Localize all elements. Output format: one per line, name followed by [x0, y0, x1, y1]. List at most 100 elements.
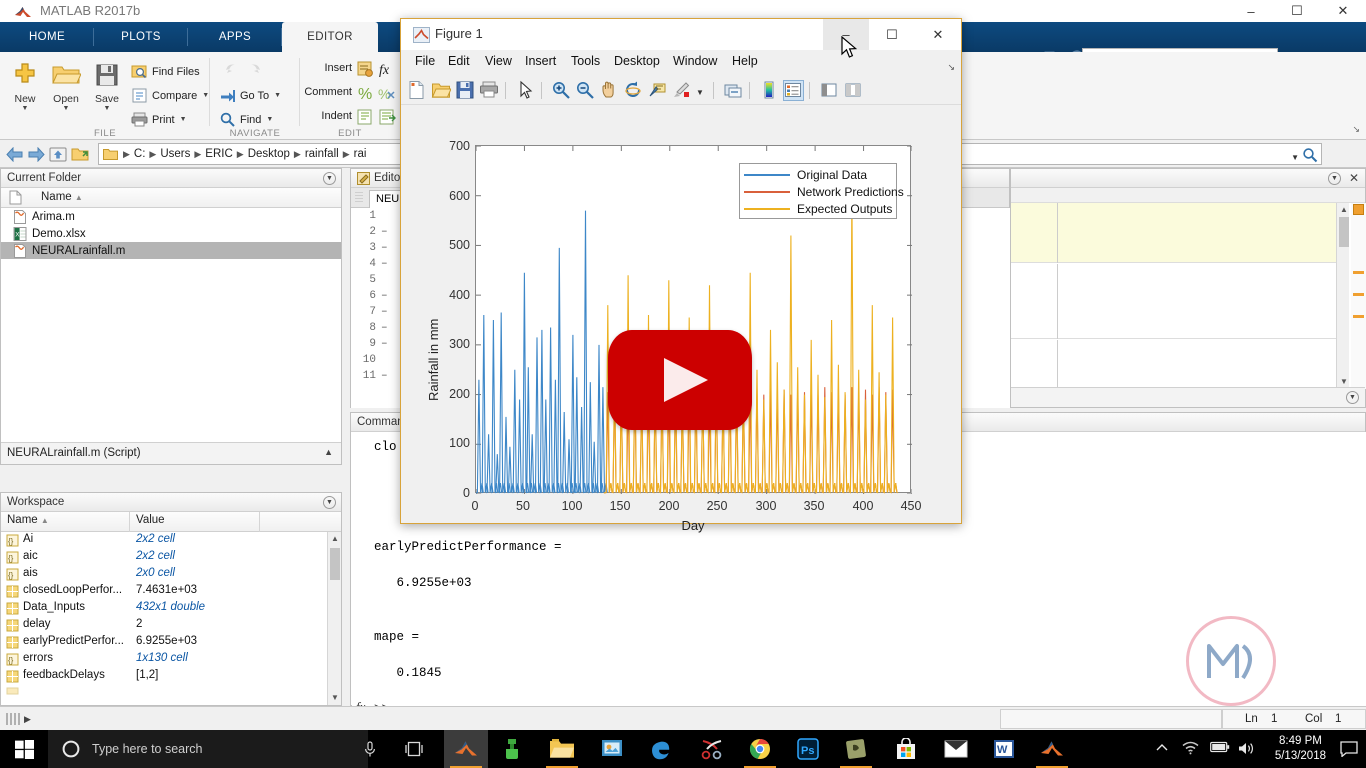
name-column-header[interactable]: Name ▲ — [41, 191, 83, 203]
file-explorer-taskbar-icon[interactable] — [540, 730, 584, 768]
go-to-dropdown-arrow[interactable]: ▼ — [274, 92, 281, 99]
workspace-row[interactable]: feedbackDelays [1,2] — [1, 668, 327, 685]
up-one-level-button[interactable] — [48, 144, 68, 164]
chrome-taskbar-icon[interactable] — [738, 730, 782, 768]
editor-tab-grip[interactable] — [355, 192, 363, 204]
mail-taskbar-icon[interactable] — [934, 730, 978, 768]
menu-insert[interactable]: Insert — [525, 54, 556, 68]
maximize-button[interactable]: ☐ — [1274, 0, 1320, 22]
insert-label[interactable]: Insert — [300, 62, 352, 74]
save-figure-icon[interactable] — [455, 80, 476, 101]
insert-block-icon[interactable] — [356, 60, 374, 78]
edge-taskbar-icon[interactable] — [638, 730, 682, 768]
indent-label[interactable]: Indent — [300, 110, 352, 122]
tab-apps[interactable]: APPS — [188, 22, 282, 52]
evernote-taskbar-icon[interactable] — [834, 730, 878, 768]
show-hidden-icons-chevron[interactable] — [1155, 741, 1169, 755]
youtube-play-button[interactable] — [608, 330, 752, 430]
print-figure-icon[interactable] — [479, 80, 500, 101]
save-dropdown-arrow[interactable]: ▼ — [86, 105, 128, 113]
wifi-icon[interactable] — [1182, 741, 1199, 755]
current-folder-options-icon[interactable]: ▼ — [323, 172, 336, 185]
workspace-row[interactable]: {} aic 2x2 cell — [1, 549, 327, 566]
ribbon-expand-arrow[interactable]: ↘ — [1352, 124, 1360, 135]
tab-home[interactable]: HOME — [0, 22, 94, 52]
menu-desktop[interactable]: Desktop — [614, 54, 660, 68]
photoshop-taskbar-icon[interactable]: Ps — [786, 730, 830, 768]
workspace-row[interactable]: {} Ai 2x2 cell — [1, 532, 327, 549]
new-dropdown-arrow[interactable]: ▼ — [4, 105, 46, 113]
document-footer-options-icon[interactable]: ▼ — [1346, 391, 1359, 404]
matlab-taskbar-icon[interactable] — [444, 730, 488, 768]
pointer-icon[interactable] — [515, 80, 536, 101]
workspace-variable-list[interactable]: {} Ai 2x2 cell {} aic 2x2 cell {} ais 2x… — [1, 532, 327, 705]
workspace-row[interactable]: Data_Inputs 432x1 double — [1, 600, 327, 617]
workspace-row[interactable]: delay 2 — [1, 617, 327, 634]
find-files-button[interactable]: Find Files — [130, 60, 200, 83]
uncomment-percent-icon[interactable]: % — [378, 84, 396, 102]
zoom-out-icon[interactable] — [575, 80, 596, 101]
print-dropdown-arrow[interactable]: ▼ — [180, 116, 187, 123]
tab-plots[interactable]: PLOTS — [94, 22, 188, 52]
brush-icon[interactable] — [671, 80, 692, 101]
code-analyzer-strip[interactable] — [1351, 203, 1366, 389]
taskbar-search-box[interactable]: Type here to search — [48, 730, 368, 768]
workspace-row[interactable]: earlyPredictPerfor... 6.9255e+03 — [1, 634, 327, 651]
plot-legend[interactable]: Original Data Network Predictions Expect… — [739, 163, 897, 219]
save-button[interactable]: Save ▼ — [86, 58, 128, 113]
powerpoint-taskbar-icon[interactable] — [590, 730, 634, 768]
link-plot-icon[interactable] — [723, 80, 744, 101]
back-button[interactable] — [4, 144, 24, 164]
menu-file[interactable]: File — [415, 54, 435, 68]
microsoft-store-taskbar-icon[interactable] — [884, 730, 928, 768]
menu-help[interactable]: Help — [732, 54, 758, 68]
address-search-icon[interactable] — [1301, 146, 1319, 164]
document-scrollbar[interactable]: ▲ ▼ — [1336, 203, 1349, 389]
indent-icon[interactable] — [356, 108, 374, 126]
file-row-arima[interactable]: Arima.m — [1, 208, 341, 225]
file-row-demo[interactable]: X Demo.xlsx — [1, 225, 341, 242]
snipping-tool-taskbar-icon[interactable] — [690, 730, 734, 768]
breadcrumb-0[interactable]: C: — [134, 148, 146, 160]
current-folder-file-list[interactable]: Arima.m X Demo.xlsx NEURALrainfall.m — [1, 208, 341, 464]
word-taskbar-icon[interactable]: W — [982, 730, 1026, 768]
windows-start-icon[interactable] — [0, 730, 48, 768]
file-row-neuralrainfall[interactable]: NEURALrainfall.m — [1, 242, 341, 259]
workspace-scrollbar[interactable]: ▲ ▼ — [327, 532, 341, 705]
task-view-icon[interactable] — [404, 740, 424, 758]
compare-button[interactable]: Compare ▼ — [130, 84, 209, 107]
document-options-icon[interactable]: ▼ — [1328, 172, 1341, 185]
workspace-row[interactable]: {} errors 1x130 cell — [1, 651, 327, 668]
breadcrumb-1[interactable]: Users — [160, 148, 190, 160]
new-button[interactable]: New ▼ — [4, 58, 46, 113]
current-folder-details-bar[interactable]: NEURALrainfall.m (Script) ▲ — [1, 442, 341, 464]
comment-label[interactable]: Comment — [300, 86, 352, 98]
scroll-up-arrow[interactable]: ▲ — [328, 532, 342, 546]
open-button[interactable]: Open ▼ — [45, 58, 87, 113]
action-center-icon[interactable] — [1340, 741, 1358, 757]
breadcrumb-5[interactable]: rai — [354, 148, 367, 160]
minimize-button[interactable]: – — [1228, 0, 1274, 22]
close-button[interactable]: ✕ — [1320, 0, 1366, 22]
scroll-down-arrow[interactable]: ▼ — [328, 691, 342, 705]
workspace-name-column[interactable]: Name ▲ — [7, 514, 49, 526]
browse-folder-button[interactable] — [70, 144, 90, 164]
data-cursor-icon[interactable] — [647, 80, 668, 101]
zoom-in-icon[interactable] — [551, 80, 572, 101]
workspace-value-column[interactable]: Value — [136, 514, 165, 526]
rotate-3d-icon[interactable] — [623, 80, 644, 101]
mendeley-taskbar-icon[interactable] — [490, 730, 534, 768]
address-dropdown-arrow[interactable]: ▼ — [1291, 153, 1299, 162]
forward-button[interactable] — [26, 144, 46, 164]
figure-plot-canvas[interactable]: 0 100 200 300 400 500 600 700 0 50 100 1… — [402, 105, 960, 522]
hide-plot-tools-icon[interactable] — [819, 80, 840, 101]
volume-icon[interactable] — [1238, 741, 1256, 756]
matlab2-taskbar-icon[interactable] — [1030, 730, 1074, 768]
brush-dropdown-icon[interactable]: ▼ — [696, 88, 704, 97]
legend-icon[interactable] — [783, 80, 804, 101]
menu-tools[interactable]: Tools — [571, 54, 600, 68]
open-dropdown-arrow[interactable]: ▼ — [45, 105, 87, 113]
battery-icon[interactable] — [1210, 741, 1230, 753]
new-figure-icon[interactable] — [407, 80, 428, 101]
go-to-button[interactable]: Go To ▼ — [218, 84, 281, 107]
